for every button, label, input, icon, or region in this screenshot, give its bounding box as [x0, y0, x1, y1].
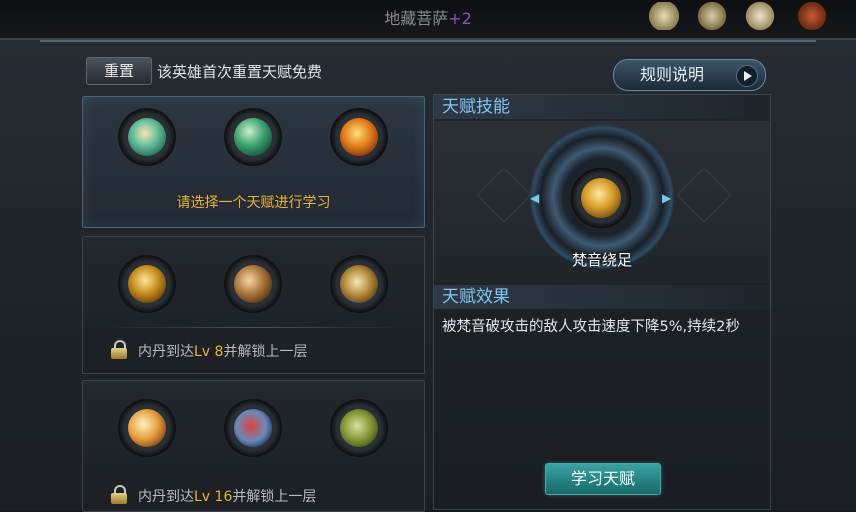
- unlock-prefix: 内丹到达: [138, 489, 194, 505]
- select-talent-prompt: 请选择一个天赋进行学习: [176, 195, 331, 211]
- medal-icon[interactable]: [696, 2, 728, 30]
- ornament-left: [475, 166, 533, 224]
- rules-button[interactable]: 规则说明: [613, 59, 766, 91]
- skill-section-header: 天赋技能: [434, 95, 770, 119]
- play-arrow-icon: [736, 65, 758, 87]
- blade-strike-icon[interactable]: [224, 255, 282, 313]
- hero-name: 地藏菩萨: [384, 9, 449, 28]
- lock-icon: [111, 485, 127, 504]
- top-bar: 地藏菩萨+2: [0, 0, 856, 38]
- green-slash-icon[interactable]: [224, 108, 282, 166]
- golden-shield-icon[interactable]: [330, 255, 388, 313]
- lock-icon: [111, 340, 127, 359]
- ornament-right: [675, 166, 733, 224]
- unlock-suffix: 并解锁上一层: [232, 489, 317, 505]
- unlock-level: Lv 8: [194, 344, 224, 360]
- sanskrit-tremor-icon[interactable]: [118, 108, 176, 166]
- unlock-requirement: 内丹到达Lv 16并解锁上一层: [138, 486, 316, 506]
- scroll-icon[interactable]: [648, 2, 680, 30]
- selected-talent-icon: [570, 167, 632, 229]
- right-arrow-icon: ▶: [662, 191, 672, 205]
- talent-tier-1: 请选择一个天赋进行学习: [82, 96, 425, 228]
- rules-label: 规则说明: [640, 65, 705, 84]
- unlock-prefix: 内丹到达: [138, 344, 194, 360]
- flame-warrior-icon[interactable]: [330, 108, 388, 166]
- reset-note: 该英雄首次重置天赋免费: [157, 63, 323, 81]
- effect-section-header: 天赋效果: [434, 285, 770, 309]
- paper-icon[interactable]: [744, 2, 776, 30]
- golden-palm-icon[interactable]: [118, 255, 176, 313]
- unlock-requirement: 内丹到达Lv 8并解锁上一层: [138, 341, 307, 361]
- effect-section-title: 天赋效果: [442, 287, 510, 307]
- divider: [105, 327, 402, 328]
- reset-button[interactable]: 重置: [86, 57, 152, 85]
- talent-tier-2: 内丹到达Lv 8并解锁上一层: [82, 236, 425, 374]
- book-icon[interactable]: [796, 2, 828, 30]
- learn-talent-button[interactable]: 学习天赋: [545, 463, 661, 495]
- skill-name: 梵音绕足: [571, 251, 632, 269]
- crimson-spirit-icon[interactable]: [224, 399, 282, 457]
- skill-section-title: 天赋技能: [442, 97, 510, 117]
- effect-description: 被梵音破攻击的敌人攻击速度下降5%,持续2秒: [442, 319, 740, 335]
- skill-display: ◀ ▶ 梵音绕足: [434, 121, 770, 283]
- unlock-suffix: 并解锁上一层: [223, 344, 308, 360]
- left-arrow-icon: ◀: [530, 191, 540, 205]
- talent-tier-3: 内丹到达Lv 16并解锁上一层: [82, 380, 425, 512]
- earth-gauntlet-icon[interactable]: [330, 399, 388, 457]
- talent-detail-panel: 天赋技能 ◀ ▶ 梵音绕足 天赋效果 被梵音破攻击的敌人攻击速度下降5%,持续2…: [433, 94, 771, 510]
- light-burst-icon[interactable]: [118, 399, 176, 457]
- hero-level-suffix: +2: [448, 9, 472, 28]
- unlock-level: Lv 16: [194, 489, 233, 505]
